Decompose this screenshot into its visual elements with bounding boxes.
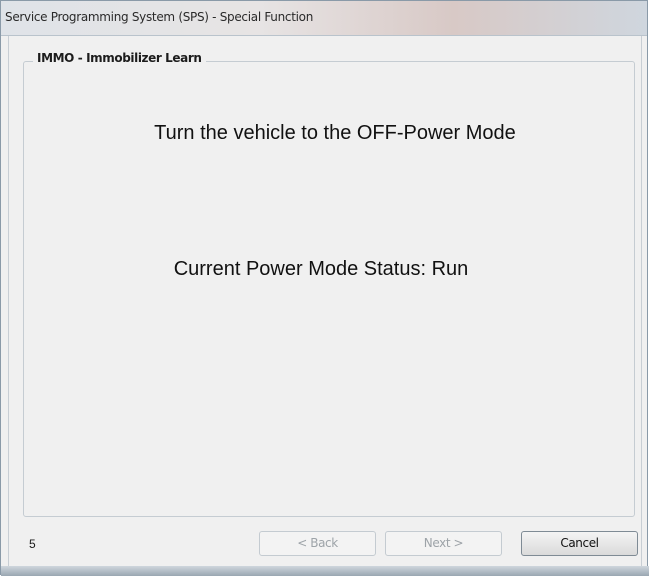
- cancel-button[interactable]: Cancel: [521, 531, 638, 556]
- step-number: 5: [29, 537, 36, 551]
- power-mode-status: Current Power Mode Status: Run: [173, 258, 469, 280]
- title-bar[interactable]: Service Programming System (SPS) - Speci…: [1, 1, 647, 36]
- dialog-window: Service Programming System (SPS) - Speci…: [0, 0, 649, 576]
- back-button[interactable]: < Back: [259, 531, 376, 556]
- window-title: Service Programming System (SPS) - Speci…: [5, 10, 314, 24]
- window-bottom-border: [1, 566, 649, 576]
- group-title: IMMO - Immobilizer Learn: [33, 51, 206, 65]
- instruction-text: Turn the vehicle to the OFF-Power Mode: [154, 122, 516, 144]
- next-button[interactable]: Next >: [385, 531, 502, 556]
